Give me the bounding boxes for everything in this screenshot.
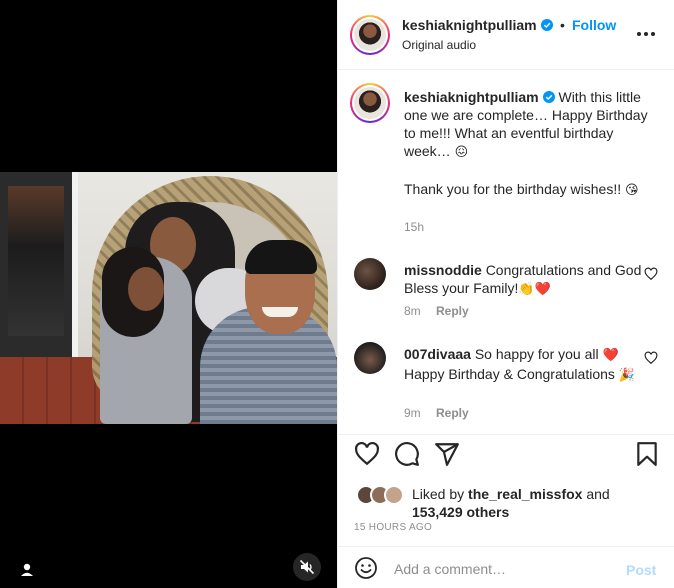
comment-emoji: 👏❤️ bbox=[518, 282, 551, 297]
caption-timestamp[interactable]: 15h bbox=[404, 220, 424, 234]
verified-icon bbox=[540, 19, 553, 31]
comment-time[interactable]: 8m bbox=[404, 304, 421, 318]
mute-icon[interactable] bbox=[293, 553, 321, 581]
photo-man-cap bbox=[245, 240, 317, 274]
photo-man-smile bbox=[262, 307, 298, 317]
comment-icon[interactable] bbox=[394, 441, 420, 467]
comment-body: So happy for you all bbox=[474, 346, 599, 362]
comment-composer: Post bbox=[338, 546, 674, 588]
post-header: keshiaknightpulliam • Follow Original au… bbox=[338, 0, 674, 70]
post-time-ago[interactable]: 15 HOURS AGO bbox=[354, 522, 432, 533]
more-icon[interactable] bbox=[634, 24, 658, 44]
post-sidebar: keshiaknightpulliam • Follow Original au… bbox=[337, 0, 674, 588]
likes-count[interactable]: 153,429 others bbox=[412, 504, 509, 520]
reply-button[interactable]: Reply bbox=[436, 304, 469, 318]
author-username[interactable]: keshiaknightpulliam bbox=[402, 17, 553, 33]
liked-by-avatars[interactable] bbox=[356, 485, 408, 507]
comment-body-2: Happy Birthday & Congratulations bbox=[404, 366, 615, 382]
comment-meta: 8m Reply bbox=[404, 304, 469, 318]
comment-input[interactable] bbox=[394, 559, 614, 579]
comment-username[interactable]: missnoddie bbox=[404, 262, 482, 278]
post-comment-button[interactable]: Post bbox=[626, 562, 656, 578]
comment-text: missnoddie Congratulations and God Bless… bbox=[404, 261, 642, 299]
caption-author-avatar[interactable] bbox=[350, 83, 390, 123]
comment-meta: 9m Reply bbox=[404, 406, 469, 420]
bookmark-icon[interactable] bbox=[634, 441, 660, 467]
comment-avatar[interactable] bbox=[354, 342, 386, 374]
comment-username[interactable]: 007divaaa bbox=[404, 346, 471, 362]
comment-text: 007divaaa So happy for you all ❤️ Happy … bbox=[404, 345, 642, 385]
heart-icon[interactable] bbox=[354, 441, 380, 467]
user-tag-icon[interactable] bbox=[16, 559, 38, 581]
liked-by-user[interactable]: the_real_missfox bbox=[468, 486, 582, 502]
post-actions: Liked by the_real_missfox and 153,429 ot… bbox=[338, 434, 674, 546]
emoji-icon[interactable] bbox=[354, 556, 378, 580]
photo-girl-face bbox=[128, 267, 164, 311]
photo-door-glass bbox=[8, 186, 64, 336]
heart-icon[interactable] bbox=[644, 267, 658, 281]
share-icon[interactable] bbox=[434, 441, 460, 467]
author-avatar[interactable] bbox=[350, 15, 390, 55]
comment-emoji: 🎉 bbox=[618, 368, 635, 383]
likes-summary: Liked by the_real_missfox and 153,429 ot… bbox=[412, 486, 610, 520]
reply-button[interactable]: Reply bbox=[436, 406, 469, 420]
caption-username[interactable]: keshiaknightpulliam bbox=[404, 89, 555, 105]
caption-emoji-2: 😘 bbox=[625, 183, 639, 198]
comment-time[interactable]: 9m bbox=[404, 406, 421, 420]
caption-emoji-1: 😖 bbox=[454, 145, 469, 160]
follow-button[interactable]: Follow bbox=[572, 17, 616, 33]
audio-link[interactable]: Original audio bbox=[402, 38, 476, 52]
heart-icon[interactable] bbox=[644, 351, 658, 365]
comment-emoji: ❤️ bbox=[602, 348, 619, 363]
post-photo[interactable] bbox=[0, 172, 337, 424]
post-caption: keshiaknightpulliam With this little one… bbox=[404, 88, 654, 200]
header-separator: • bbox=[560, 17, 565, 33]
verified-icon bbox=[542, 91, 555, 103]
caption-text-line2: Thank you for the birthday wishes!! bbox=[404, 181, 622, 197]
post-media[interactable] bbox=[0, 0, 337, 588]
comment-avatar[interactable] bbox=[354, 258, 386, 290]
